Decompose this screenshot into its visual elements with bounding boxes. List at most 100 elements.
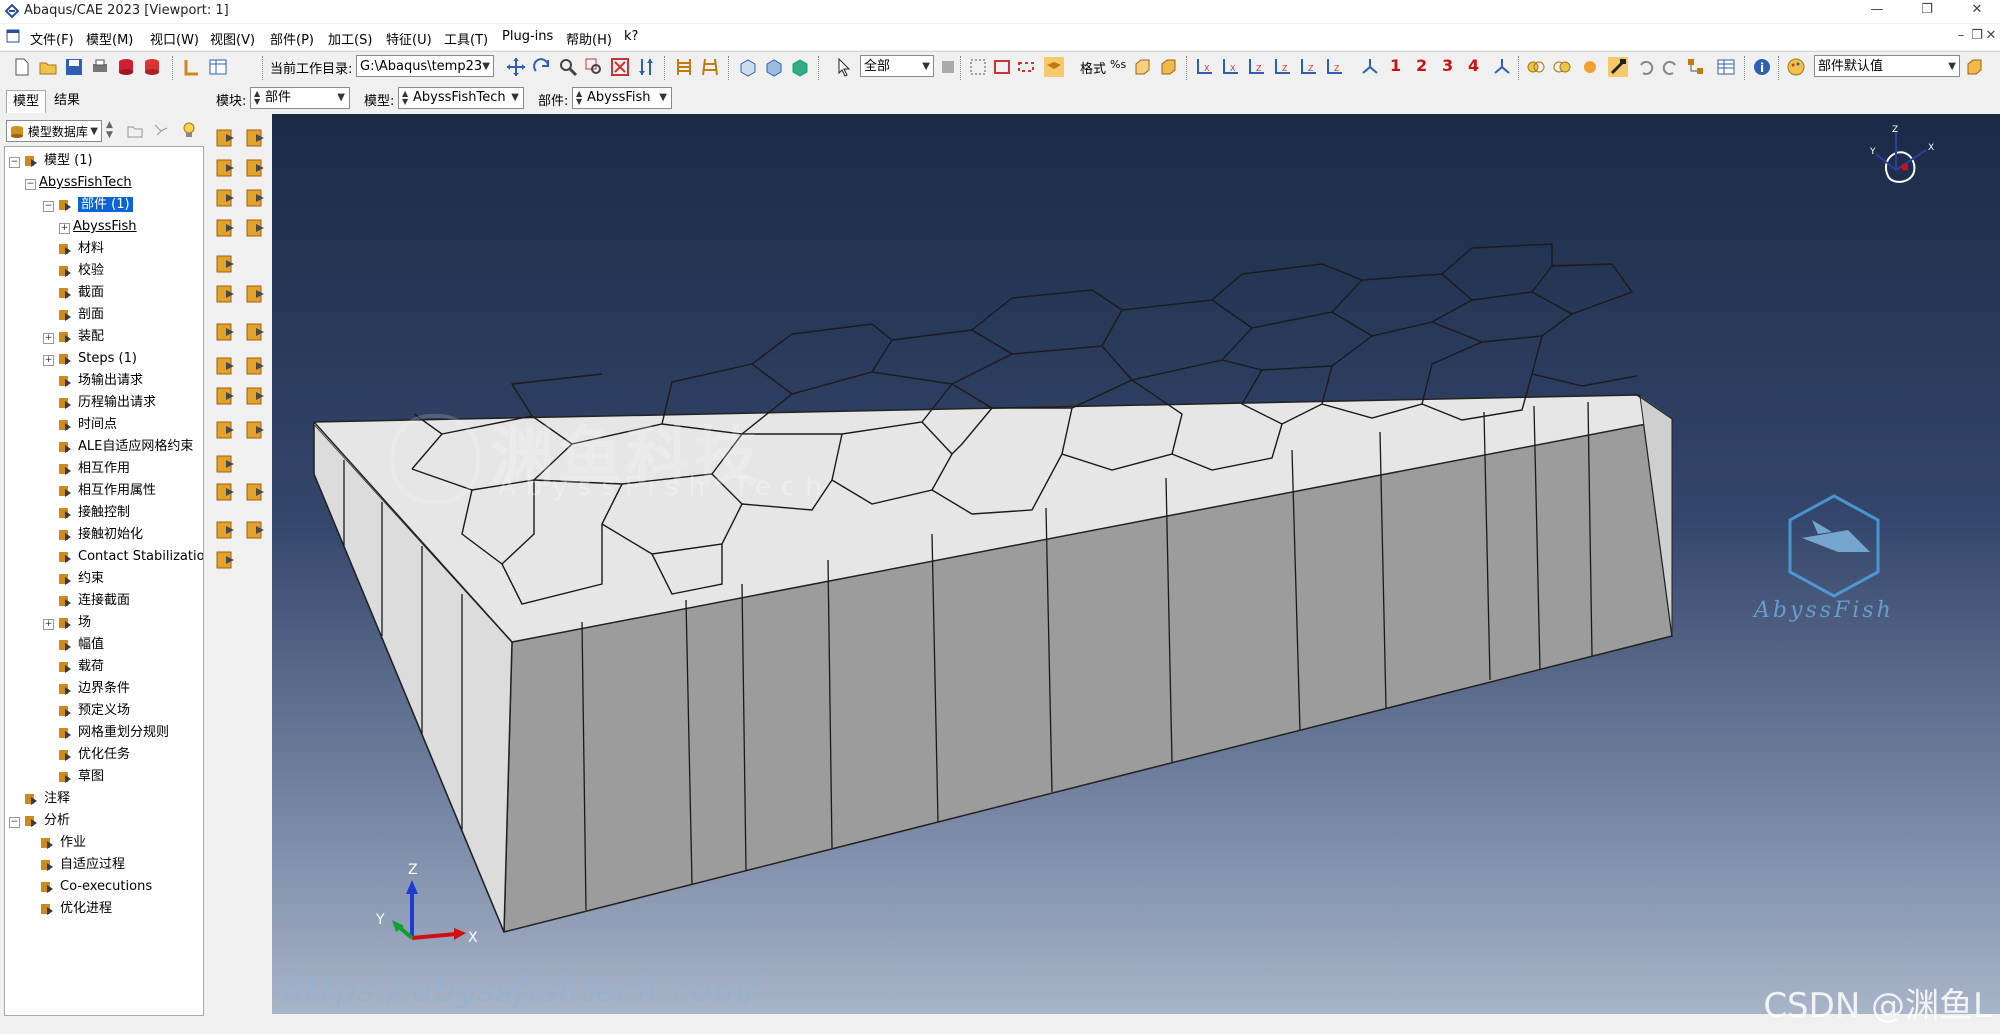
auto-fit-icon[interactable] [610,57,630,77]
mdi-close-button[interactable]: ✕ [1982,28,2000,46]
tree-item[interactable]: 草图 [57,767,104,787]
restore-button[interactable]: ❐ [1912,2,1942,20]
view-right-icon[interactable]: Z [1324,57,1344,77]
table-icon[interactable] [1716,57,1736,77]
query-table-icon[interactable] [208,57,228,77]
new-file-icon[interactable] [12,57,32,77]
minimize-button[interactable]: — [1862,2,1892,20]
part-combo[interactable]: ▲ ▼ AbyssFish ▼ [572,87,672,109]
select-inside-icon[interactable] [968,57,988,77]
tree-expander[interactable]: + [43,619,54,630]
tree-item[interactable]: 模型 (1) [23,151,93,171]
create-cut-icon[interactable] [244,186,268,210]
create-shell-icon[interactable] [244,156,268,180]
tree-item[interactable]: Steps (1) [57,349,137,369]
tree-item[interactable]: 时间点 [57,415,117,435]
line-style-icon[interactable] [674,57,694,77]
axis-tool-icon[interactable] [244,418,268,442]
tree-item[interactable]: 优化进程 [39,899,112,919]
redo-icon[interactable] [1660,57,1680,77]
menu-context-help[interactable]: k? [624,29,638,44]
tree-filter-combo[interactable]: 模型数据库 ▼ [6,120,102,142]
boolean-icon[interactable] [1526,57,1546,77]
tree-item[interactable]: 部件 (1) [57,195,133,215]
feature-manager-icon[interactable] [244,518,268,542]
view-axes-icon[interactable] [1492,57,1512,77]
color-options-icon[interactable] [1964,57,1984,77]
open-folder-icon[interactable] [38,57,58,77]
tree-item[interactable]: ALE自适应网格约束 [57,437,193,457]
workdir-combo[interactable]: G:\Abaqus\temp23 ▼ [356,55,494,77]
tree-item[interactable]: 网格重划分规则 [57,723,169,743]
datum-point-icon[interactable] [244,282,268,306]
selection-filter-combo[interactable]: 全部 ▼ [860,55,934,77]
hidden-line-icon[interactable] [764,57,784,77]
datum-plane-icon[interactable] [214,354,238,378]
menu-plugins[interactable]: Plug-ins [502,29,553,44]
tree-folder-up-icon[interactable] [126,122,144,140]
tree-item[interactable]: 历程输出请求 [57,393,156,413]
module-combo[interactable]: ▲ ▼ 部件 ▼ [250,87,350,109]
tree-item[interactable]: 相互作用属性 [57,481,156,501]
select-all-icon[interactable] [1044,57,1064,77]
view-front-icon[interactable]: X [1194,57,1214,77]
info-icon[interactable]: i [1752,57,1772,77]
tree-item[interactable]: 注释 [23,789,70,809]
lightbulb-icon[interactable] [180,120,198,140]
triad-tool-icon[interactable] [244,384,268,408]
rotate-icon[interactable] [532,57,552,77]
tree-item[interactable]: AbyssFishTech [39,173,132,193]
tree-expander[interactable]: − [9,817,20,828]
tree-item[interactable]: 作业 [39,833,86,853]
wireframe-icon[interactable] [738,57,758,77]
toolset-icon[interactable] [214,518,238,542]
datum-axis-icon[interactable] [244,320,268,344]
cycle-views-icon[interactable] [636,57,656,77]
tree-item[interactable]: 载荷 [57,657,104,677]
tree-item[interactable]: 分析 [23,811,70,831]
menu-shape[interactable]: 加工(S) [328,29,372,48]
tree-item[interactable]: 连接截面 [57,591,130,611]
render-solid-icon[interactable] [1158,57,1178,77]
tree-expander[interactable]: − [25,179,36,190]
tree-item[interactable]: Co-executions [39,877,152,897]
save-model-db-icon[interactable] [116,57,136,77]
reference-point-icon[interactable] [214,548,238,572]
datum-csys-icon[interactable] [244,354,268,378]
menu-feature[interactable]: 特征(U) [386,29,432,48]
viewport[interactable]: Z X Y Z X Y [272,114,2000,1014]
tree-expander[interactable]: − [9,157,20,168]
tree-item[interactable]: 自适应过程 [39,855,125,875]
view-left-icon[interactable]: Z [1298,57,1318,77]
view-preset-1[interactable]: 1 [1390,56,1401,75]
tree-item[interactable]: 场输出请求 [57,371,143,391]
tab-model[interactable]: 模型 [6,90,47,113]
view-iso-icon[interactable] [1360,57,1380,77]
color-palette-icon[interactable] [1786,57,1806,77]
partition-cell-icon[interactable] [214,252,238,276]
box-zoom-icon[interactable] [584,57,604,77]
query-icon[interactable] [214,320,238,344]
create-mirror-icon[interactable] [244,216,268,240]
color-code-combo[interactable]: 部件默认值 ▼ [1814,55,1960,77]
sketch-tool-icon[interactable] [214,480,238,504]
save-odb-icon[interactable] [142,57,162,77]
render-style-icon[interactable] [1132,57,1152,77]
tree-item[interactable]: Contact Stabilizations [57,547,203,567]
ladder-icon[interactable] [700,57,720,77]
magnify-icon[interactable] [558,57,578,77]
menu-tools[interactable]: 工具(T) [444,29,488,48]
tree-icon[interactable] [1686,57,1706,77]
selection-options-icon[interactable] [938,57,958,77]
replace-icon[interactable] [182,57,202,77]
create-wire-icon[interactable] [214,186,238,210]
tree-expander[interactable]: − [43,201,54,212]
create-part-icon[interactable] [214,126,238,150]
drag-shape-icon[interactable] [992,57,1012,77]
tree-item[interactable]: 边界条件 [57,679,130,699]
view-back-icon[interactable]: X [1220,57,1240,77]
tree-expander[interactable]: + [43,355,54,366]
select-feature-icon[interactable] [1016,57,1036,77]
partition-face-icon[interactable] [214,282,238,306]
sphere-icon[interactable] [1580,57,1600,77]
